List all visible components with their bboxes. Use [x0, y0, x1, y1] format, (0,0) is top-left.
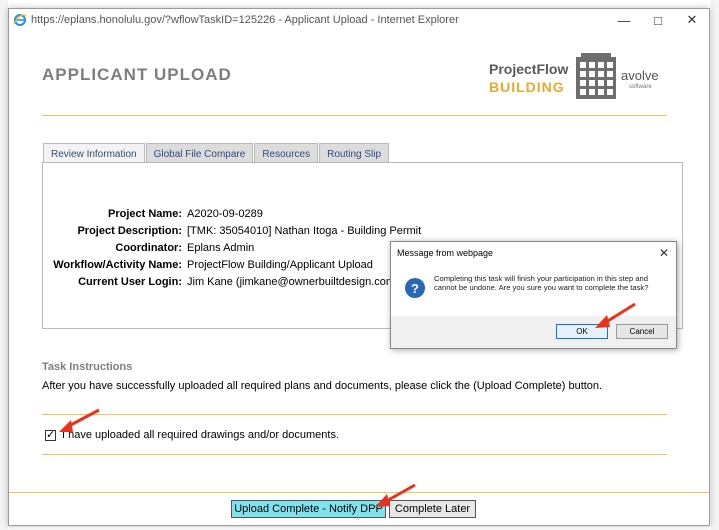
minimize-icon[interactable]: — [607, 9, 641, 31]
current-user-value: Jim Kane (jimkane@ownerbuiltdesign.com) [187, 276, 399, 288]
background-page-right [711, 0, 719, 530]
current-user-label: Current User Login: [78, 276, 182, 288]
dialog-close-icon[interactable]: ✕ [652, 246, 676, 260]
confirm-dialog: Message from webpage ✕ ? Completing this… [390, 241, 677, 349]
arrow-annotation-checkbox [59, 408, 100, 432]
avolve-brand: avolve [621, 68, 659, 83]
dialog-message: Completing this task will finish your pa… [434, 274, 649, 292]
arrow-annotation-ok [595, 302, 636, 328]
background-page-left [0, 0, 8, 530]
task-divider-top [42, 414, 667, 415]
info-row: Project Description: [TMK: 35054010] Nat… [43, 225, 643, 239]
tab-review-information[interactable]: Review Information [43, 143, 145, 164]
project-name-value: A2020-09-0289 [187, 208, 263, 220]
arrow-annotation-upload-button [375, 483, 416, 507]
window-title: https://eplans.honolulu.gov/?wflowTaskID… [31, 14, 459, 26]
logo-text-projectflow: ProjectFlow [489, 61, 569, 77]
question-icon: ? [405, 278, 425, 298]
project-name-label: Project Name: [108, 208, 182, 220]
maximize-icon[interactable]: □ [641, 9, 675, 31]
coordinator-label: Coordinator: [115, 242, 182, 254]
tab-routing-slip[interactable]: Routing Slip [319, 143, 390, 164]
building-icon [576, 53, 616, 99]
task-divider-bottom [42, 454, 667, 455]
task-instructions-title: Task Instructions [42, 361, 133, 373]
close-icon[interactable]: ✕ [675, 9, 709, 31]
title-bar: https://eplans.honolulu.gov/?wflowTaskID… [9, 9, 709, 31]
info-row: Project Name: A2020-09-0289 [43, 208, 643, 222]
tab-bar: Review Information Global File Compare R… [43, 143, 390, 164]
task-instructions-text: After you have successfully uploaded all… [42, 380, 603, 392]
dialog-title: Message from webpage [397, 248, 494, 258]
avolve-brand-sub: software [629, 84, 652, 90]
coordinator-value: Eplans Admin [187, 242, 255, 254]
page-title: APPLICANT UPLOAD [42, 65, 232, 84]
tab-global-file-compare[interactable]: Global File Compare [145, 143, 254, 164]
projectflow-logo: ProjectFlow BUILDING avolve software [487, 53, 677, 105]
logo-text-building: BUILDING [489, 79, 565, 95]
project-description-label: Project Description: [77, 225, 182, 237]
dialog-title-bar: Message from webpage ✕ [391, 242, 676, 264]
workflow-activity-value: ProjectFlow Building/Applicant Upload [187, 259, 373, 271]
popup-window: https://eplans.honolulu.gov/?wflowTaskID… [8, 8, 710, 526]
internet-explorer-icon [13, 14, 27, 26]
project-description-value: [TMK: 35054010] Nathan Itoga - Building … [187, 225, 422, 237]
tab-resources[interactable]: Resources [254, 143, 319, 164]
upload-complete-button[interactable]: Upload Complete - Notify DPP [231, 500, 386, 518]
header-divider [42, 115, 667, 116]
workflow-activity-label: Workflow/Activity Name: [53, 259, 182, 271]
